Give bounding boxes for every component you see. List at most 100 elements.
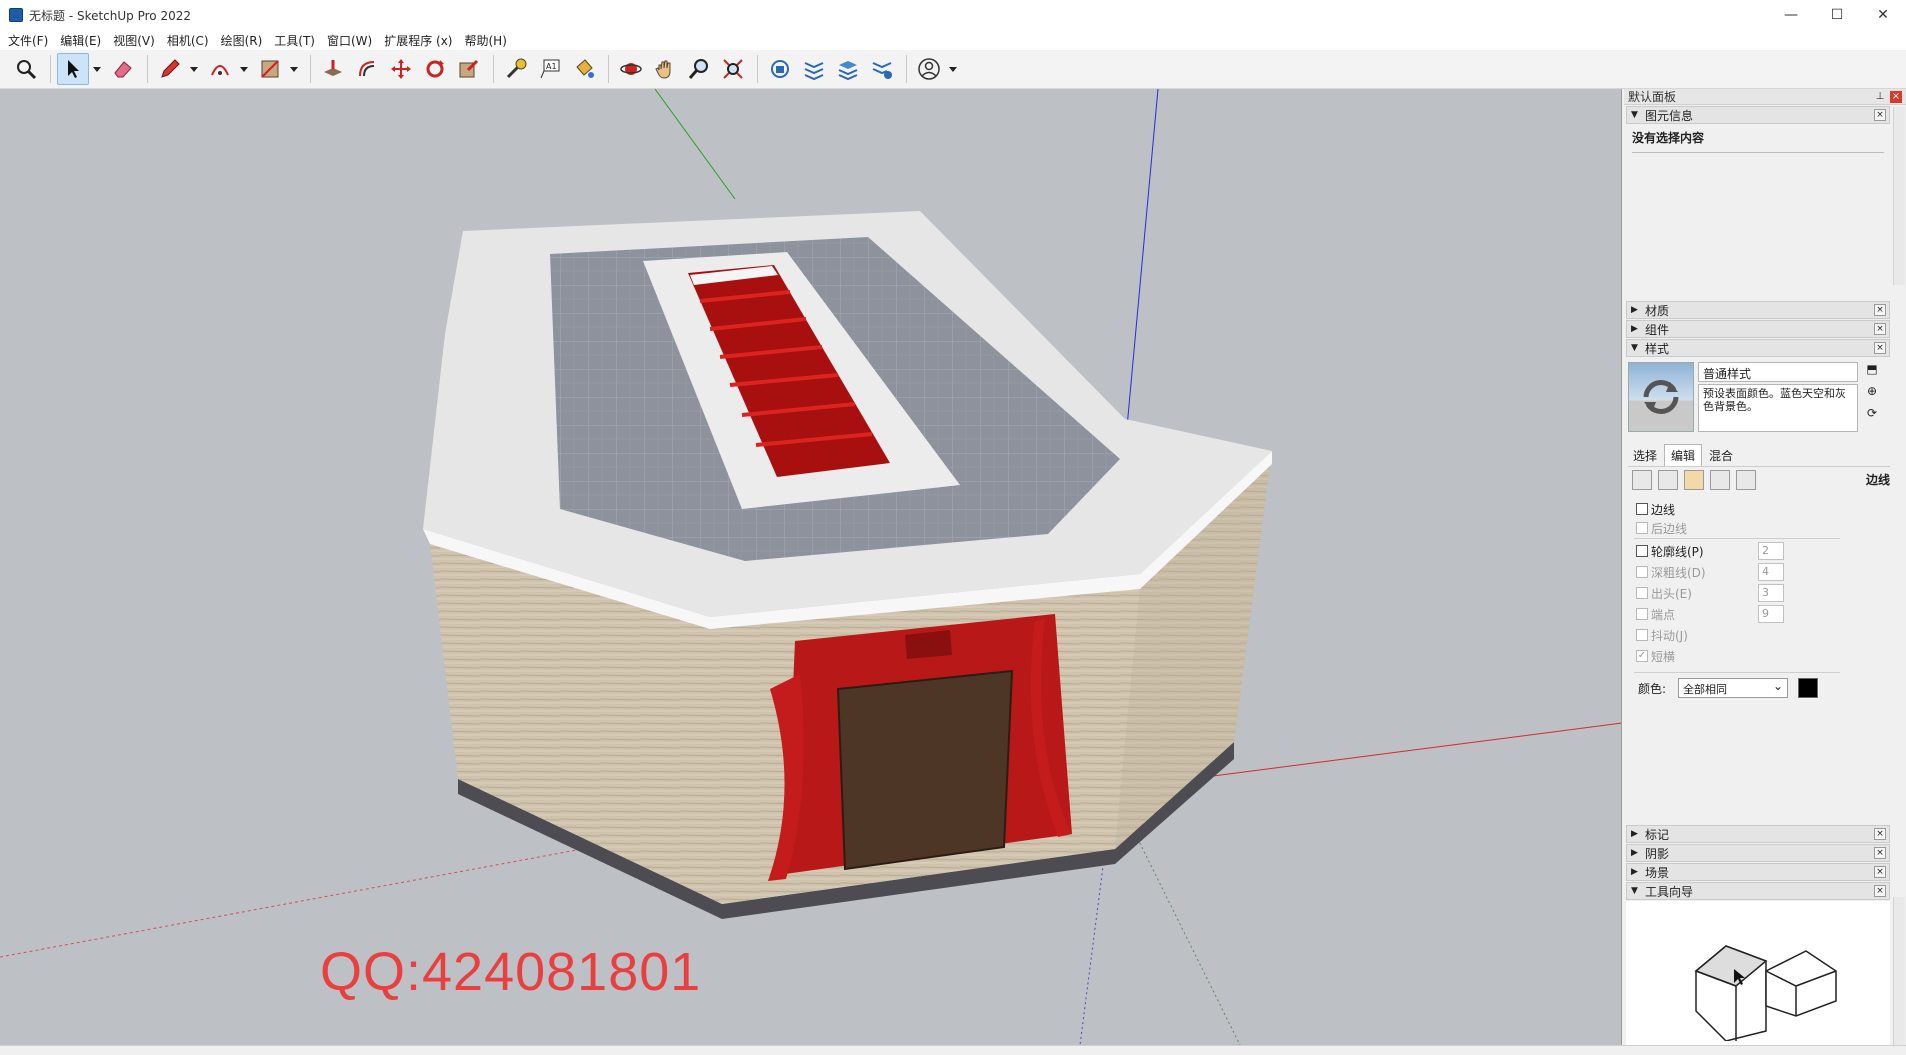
endpoints-input[interactable]: 9 <box>1758 605 1784 623</box>
panel-scenes-label: 场景 <box>1645 865 1670 880</box>
tab-mix[interactable]: 混合 <box>1702 444 1740 467</box>
panel-close-icon[interactable]: × <box>1874 304 1886 316</box>
eraser-icon[interactable] <box>107 53 139 85</box>
panel-components[interactable]: ▶ 组件 × <box>1626 320 1890 338</box>
select-dropdown[interactable] <box>91 53 103 85</box>
checkbox-depth-cue[interactable]: 深粗线(D) <box>1636 563 1706 581</box>
checkmark-icon: ✓ <box>1636 650 1648 662</box>
rotate-icon[interactable] <box>419 53 451 85</box>
tab-select[interactable]: 选择 <box>1626 444 1664 467</box>
menu-edit[interactable]: 编辑(E) <box>56 32 109 49</box>
paint-bucket-icon[interactable] <box>568 53 600 85</box>
toolbar-separator <box>310 55 311 83</box>
menu-camera[interactable]: 相机(C) <box>163 32 217 49</box>
orbit-icon[interactable] <box>615 53 647 85</box>
scale-icon[interactable] <box>453 53 485 85</box>
checkbox-extension[interactable]: 出头(E) <box>1636 584 1692 602</box>
checkbox-endpoints[interactable]: 端点 <box>1636 605 1675 623</box>
menu-help[interactable]: 帮助(H) <box>460 32 514 49</box>
text-icon[interactable]: A1 <box>534 53 566 85</box>
maximize-button[interactable]: ☐ <box>1814 0 1860 30</box>
pin-icon[interactable]: ⊥ <box>1874 91 1886 103</box>
edge-color-swatch[interactable] <box>1798 678 1819 698</box>
minimize-button[interactable]: — <box>1768 0 1814 30</box>
checkbox-dashes[interactable]: ✓ 短横 <box>1636 647 1675 665</box>
extension-input[interactable]: 3 <box>1758 584 1784 602</box>
move-icon[interactable] <box>385 53 417 85</box>
checkbox-back-edges[interactable]: 后边线 <box>1636 519 1687 537</box>
panel-styles-label: 样式 <box>1645 341 1670 356</box>
title-bar: 无标题 - SketchUp Pro 2022 — ☐ ✕ <box>0 0 1906 30</box>
panel-entity-info[interactable]: ▼ 图元信息 × <box>1626 106 1890 124</box>
menu-file[interactable]: 文件(F) <box>4 32 56 49</box>
panel-close-icon[interactable]: × <box>1874 342 1886 354</box>
checkbox-profiles[interactable]: 轮廓线(P) <box>1636 542 1704 560</box>
panel-tags[interactable]: ▶ 标记 × <box>1626 825 1890 843</box>
panel-close-icon[interactable]: × <box>1874 109 1886 121</box>
expand-arrow-icon: ▶ <box>1631 305 1638 315</box>
close-button[interactable]: ✕ <box>1860 0 1906 30</box>
shape-icon[interactable] <box>254 53 286 85</box>
menu-tools[interactable]: 工具(T) <box>270 32 323 49</box>
panel-close-icon[interactable]: × <box>1874 323 1886 335</box>
color-mode-select[interactable]: 全部相同 <box>1678 678 1789 698</box>
panel-close-icon[interactable]: × <box>1874 828 1886 840</box>
extension-warehouse-icon[interactable] <box>798 53 830 85</box>
panel-materials[interactable]: ▶ 材质 × <box>1626 301 1890 319</box>
model-scene[interactable] <box>0 89 1622 1045</box>
zoom-extents-icon[interactable] <box>717 53 749 85</box>
offset-icon[interactable] <box>351 53 383 85</box>
sketchup-logo-icon <box>9 8 23 22</box>
arc-icon[interactable] <box>204 53 236 85</box>
pencil-dropdown[interactable] <box>188 53 200 85</box>
face-settings-icon[interactable] <box>1658 469 1678 490</box>
tape-measure-icon[interactable] <box>500 53 532 85</box>
zoom-icon[interactable] <box>683 53 715 85</box>
select-tool[interactable] <box>57 53 89 85</box>
tray-close-button[interactable]: × <box>1890 90 1902 103</box>
profiles-width-input[interactable]: 2 <box>1758 542 1784 560</box>
style-name-field[interactable]: 普通样式 <box>1698 362 1858 382</box>
panel-scenes[interactable]: ▶ 场景 × <box>1626 863 1890 881</box>
watermark-settings-icon[interactable] <box>1710 469 1730 490</box>
menu-view[interactable]: 视图(V) <box>109 32 163 49</box>
model-viewport[interactable]: QQ:424081801 <box>0 89 1622 1045</box>
layout-icon[interactable] <box>832 53 864 85</box>
menu-extensions[interactable]: 扩展程序 (x) <box>380 32 460 49</box>
checkbox-jitter[interactable]: 抖动(J) <box>1636 626 1688 644</box>
depth-cue-input[interactable]: 4 <box>1758 563 1784 581</box>
panel-instructor[interactable]: ▼ 工具向导 × <box>1626 882 1890 900</box>
panel-shadows[interactable]: ▶ 阴影 × <box>1626 844 1890 862</box>
pencil-icon[interactable] <box>154 53 186 85</box>
toolbar-separator <box>906 55 907 83</box>
pan-icon[interactable] <box>649 53 681 85</box>
update-style-icon[interactable]: ⟳ <box>1867 406 1877 420</box>
account-icon[interactable] <box>913 53 945 85</box>
create-style-icon[interactable]: ⊕ <box>1867 384 1877 398</box>
panel-styles[interactable]: ▼ 样式 × <box>1626 339 1890 357</box>
account-dropdown[interactable] <box>947 53 959 85</box>
instructor-scrollbar[interactable] <box>1893 897 1905 1045</box>
style-thumbnail[interactable] <box>1628 362 1694 432</box>
menu-window[interactable]: 窗口(W) <box>323 32 380 49</box>
background-settings-icon[interactable] <box>1684 469 1704 490</box>
checkbox-edges[interactable]: 边线 <box>1636 500 1675 518</box>
tray-title-bar: 默认面板 ⊥ × <box>1624 89 1906 105</box>
edge-settings-icon[interactable] <box>1632 469 1652 490</box>
menu-draw[interactable]: 绘图(R) <box>217 32 271 49</box>
extension-manager-icon[interactable] <box>866 53 898 85</box>
expand-arrow-icon: ▶ <box>1631 867 1638 877</box>
arc-dropdown[interactable] <box>238 53 250 85</box>
push-pull-icon[interactable] <box>317 53 349 85</box>
tab-edit[interactable]: 编辑 <box>1664 444 1703 467</box>
save-style-icon[interactable]: ⬒ <box>1866 362 1877 376</box>
panel-close-icon[interactable]: × <box>1874 847 1886 859</box>
style-description-field[interactable]: 预设表面颜色。蓝色天空和灰色背景色。 <box>1698 384 1858 432</box>
modeling-settings-icon[interactable] <box>1736 469 1756 490</box>
warehouse-icon[interactable] <box>764 53 796 85</box>
panel-close-icon[interactable]: × <box>1874 866 1886 878</box>
panel-close-icon[interactable]: × <box>1874 885 1886 897</box>
entity-scrollbar[interactable] <box>1893 107 1905 285</box>
shape-dropdown[interactable] <box>288 53 300 85</box>
search-icon[interactable] <box>10 53 42 85</box>
